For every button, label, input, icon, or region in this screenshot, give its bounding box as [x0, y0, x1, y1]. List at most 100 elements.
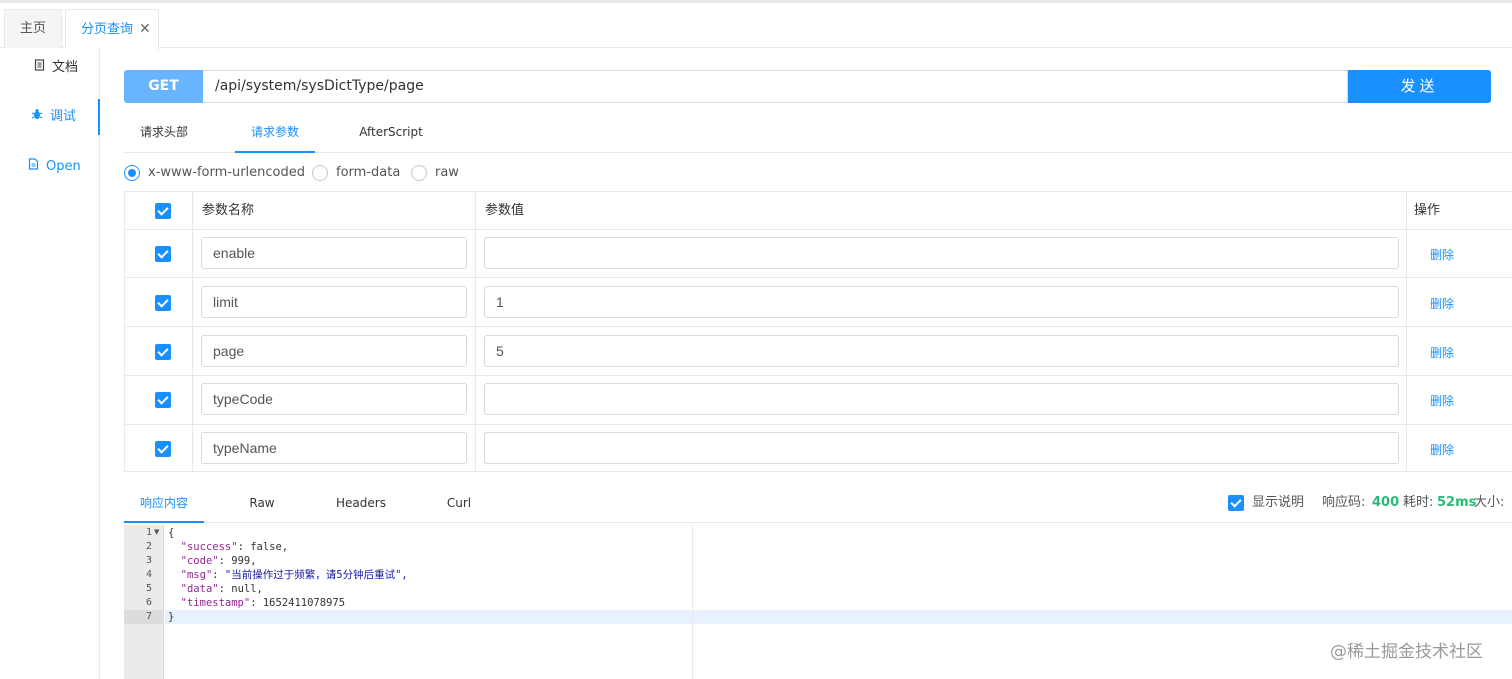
status-code-value: 400	[1372, 495, 1400, 510]
table-row: 删除	[125, 426, 1512, 474]
line-number: 5	[145, 583, 152, 594]
http-method-badge[interactable]: GET	[124, 70, 203, 103]
json-key: "success"	[180, 541, 238, 553]
code-line: "timestamp": 1652411078975	[180, 597, 346, 609]
param-value-input[interactable]	[484, 383, 1399, 415]
json-close-brace: }	[168, 611, 175, 623]
param-name-input[interactable]	[201, 335, 467, 367]
sidebar: 文档 调试 Open	[0, 48, 100, 679]
sidebar-item-open[interactable]: Open	[0, 149, 100, 183]
tab-home[interactable]: 主页	[4, 9, 62, 49]
elapsed-value: 52ms	[1437, 495, 1477, 510]
param-value-input[interactable]	[484, 432, 1399, 464]
row-checkbox[interactable]	[155, 441, 171, 457]
tab-home-label: 主页	[19, 21, 46, 36]
code-line: "code": 999,	[180, 555, 257, 567]
tab-raw[interactable]: Raw	[227, 487, 297, 523]
radio-dot	[124, 165, 140, 181]
show-description-label: 显示说明	[1252, 495, 1305, 510]
radio-raw[interactable]: raw	[411, 163, 471, 183]
code-line: {	[168, 526, 174, 540]
row-checkbox[interactable]	[155, 246, 171, 262]
params-table-header: 参数名称 参数值 操作	[125, 192, 1512, 230]
row-checkbox[interactable]	[155, 295, 171, 311]
line-number: 7	[124, 610, 164, 624]
json-value: 1652411078975	[262, 597, 346, 609]
json-key: "data"	[180, 583, 219, 595]
line-number: 2	[145, 541, 152, 552]
param-value-input[interactable]	[484, 335, 1399, 367]
request-tabs: 请求头部 请求参数 AfterScript	[124, 116, 1512, 153]
send-button[interactable]: 发送	[1348, 70, 1491, 103]
code-line: "msg": "当前操作过于频繁，请5分钟后重试",	[180, 569, 408, 581]
radio-form-data[interactable]: form-data	[312, 163, 402, 183]
url-input[interactable]: /api/system/sysDictType/page	[203, 70, 1348, 103]
row-checkbox[interactable]	[155, 392, 171, 408]
response-meta: 显示说明 响应码: 400 耗时: 52ms 大小:	[1228, 494, 1512, 512]
sidebar-item-docs[interactable]: 文档	[0, 50, 100, 84]
status-code-label: 响应码:	[1322, 495, 1366, 510]
param-name-input[interactable]	[201, 286, 467, 318]
radio-dot	[312, 165, 328, 181]
table-row: 删除	[125, 279, 1512, 327]
print-margin	[692, 525, 693, 679]
param-value-input[interactable]	[484, 237, 1399, 269]
tab-paged-query[interactable]: 分页查询 ✕	[65, 9, 159, 50]
select-all-checkbox[interactable]	[155, 203, 171, 219]
line-gutter: 1 ▼ 2 3 4 5 6 7	[124, 525, 164, 679]
elapsed-label: 耗时:	[1403, 495, 1434, 510]
response-editor[interactable]: 1 ▼ 2 3 4 5 6 7 { "success": false, "cod…	[124, 525, 1512, 679]
line-number: 4	[145, 569, 152, 580]
table-row: 删除	[125, 328, 1512, 376]
active-line-highlight	[165, 610, 1512, 624]
tab-after-script[interactable]: AfterScript	[346, 116, 436, 153]
request-url-bar: GET /api/system/sysDictType/page 发送	[124, 70, 1491, 103]
row-checkbox[interactable]	[155, 344, 171, 360]
table-row: 删除	[125, 377, 1512, 425]
delete-link[interactable]: 删除	[1430, 392, 1454, 409]
radio-label: raw	[435, 165, 459, 180]
header-action: 操作	[1414, 203, 1441, 218]
tab-request-headers[interactable]: 请求头部	[124, 116, 204, 153]
file-icon	[26, 149, 40, 183]
param-name-input[interactable]	[201, 383, 467, 415]
param-value-input[interactable]	[484, 286, 1399, 318]
header-param-value: 参数值	[485, 203, 525, 218]
sidebar-item-label: 调试	[50, 109, 77, 124]
json-key: "code"	[180, 555, 219, 567]
json-value: 999,	[231, 555, 257, 567]
radio-label: form-data	[336, 165, 401, 180]
code-line: }	[168, 610, 174, 624]
param-name-input[interactable]	[201, 237, 467, 269]
radio-urlencoded[interactable]: x-www-form-urlencoded	[124, 163, 306, 183]
radio-label: x-www-form-urlencoded	[148, 165, 306, 180]
delete-link[interactable]: 删除	[1430, 246, 1454, 263]
close-icon[interactable]: ✕	[139, 21, 151, 37]
line-number: 3	[145, 555, 152, 566]
radio-dot	[411, 165, 427, 181]
tab-response-content[interactable]: 响应内容	[124, 487, 204, 523]
code-line: "data": null,	[180, 583, 263, 595]
params-table: 参数名称 参数值 操作 删除 删除 删除 删除 删除	[124, 191, 1512, 472]
tab-paged-query-label: 分页查询	[81, 22, 134, 37]
json-value: null,	[231, 583, 263, 595]
param-name-input[interactable]	[201, 432, 467, 464]
watermark: @稀土掘金技术社区	[1330, 642, 1483, 662]
json-value: "当前操作过于频繁，请5分钟后重试",	[224, 569, 408, 581]
tab-curl[interactable]: Curl	[424, 487, 494, 523]
tab-request-params[interactable]: 请求参数	[235, 116, 315, 153]
table-row: 删除	[125, 230, 1512, 278]
delete-link[interactable]: 删除	[1430, 441, 1454, 458]
json-key: "msg"	[180, 569, 213, 581]
fold-arrow-icon[interactable]: ▼	[154, 528, 159, 536]
code-line: "success": false,	[180, 541, 289, 553]
show-description-checkbox[interactable]	[1228, 495, 1244, 511]
delete-link[interactable]: 删除	[1430, 295, 1454, 312]
sidebar-item-label: Open	[46, 159, 81, 174]
bug-icon	[30, 99, 44, 133]
delete-link[interactable]: 删除	[1430, 344, 1454, 361]
size-label: 大小:	[1474, 495, 1505, 510]
line-number: 1	[145, 527, 152, 538]
tab-headers[interactable]: Headers	[324, 487, 398, 523]
sidebar-item-debug[interactable]: 调试	[0, 99, 100, 135]
